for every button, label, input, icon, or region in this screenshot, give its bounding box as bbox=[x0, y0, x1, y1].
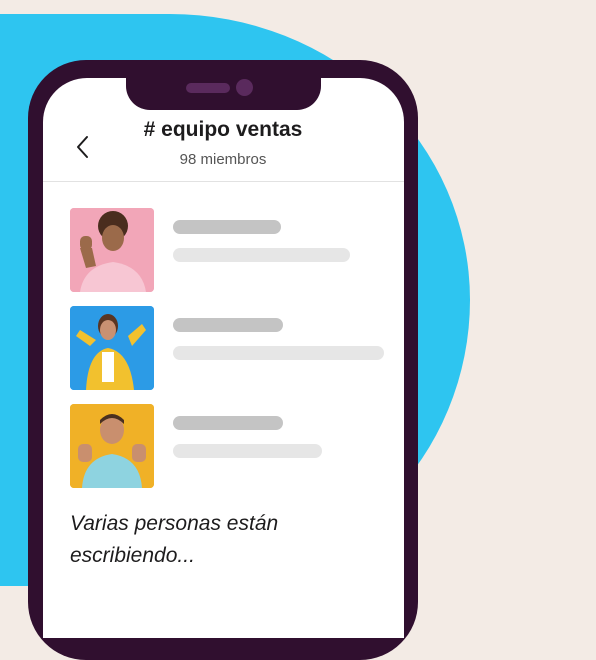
placeholder-line bbox=[173, 248, 350, 262]
member-count: 98 miembros bbox=[179, 151, 267, 168]
channel-title: # equipo ventas bbox=[143, 118, 303, 141]
avatar bbox=[70, 404, 154, 488]
list-item[interactable] bbox=[70, 208, 404, 292]
list-item[interactable] bbox=[70, 306, 404, 390]
placeholder-line bbox=[173, 346, 384, 360]
placeholder-line bbox=[173, 416, 283, 430]
speaker-icon bbox=[186, 83, 230, 93]
back-chevron-icon[interactable] bbox=[72, 134, 94, 160]
placeholder-line bbox=[173, 318, 283, 332]
avatar bbox=[70, 306, 154, 390]
list-item[interactable] bbox=[70, 404, 404, 488]
camera-icon bbox=[236, 79, 253, 96]
avatar bbox=[70, 208, 154, 292]
typing-indicator: Varias personas están escribiendo... bbox=[70, 512, 279, 567]
placeholder-line bbox=[173, 444, 322, 458]
placeholder-line bbox=[173, 220, 281, 234]
header-divider bbox=[43, 181, 404, 182]
